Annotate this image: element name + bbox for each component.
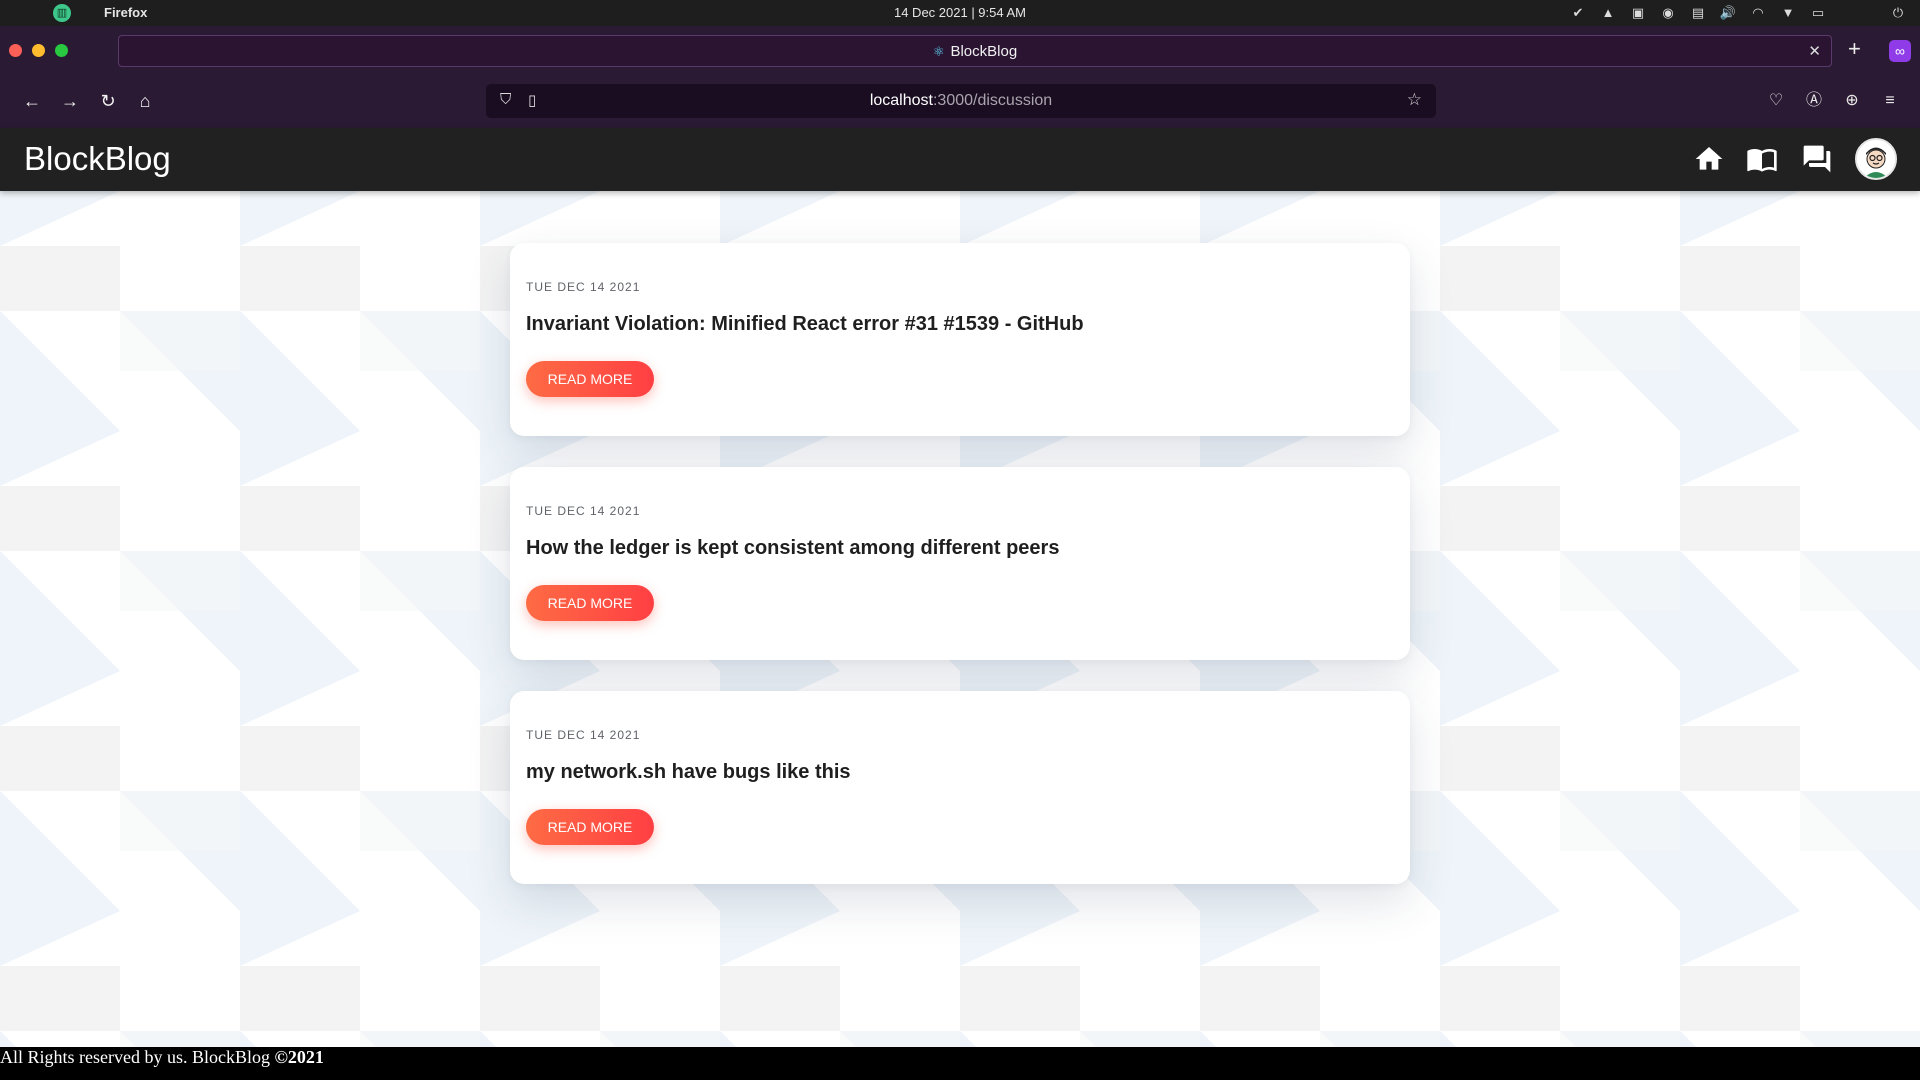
post-title: How the ledger is kept consistent among …: [526, 537, 1060, 559]
react-favicon-icon: ⚛: [932, 44, 945, 59]
window-minimize-button[interactable]: [32, 44, 45, 57]
tab-title: BlockBlog: [950, 43, 1018, 60]
browser-tab-strip: ⚛ BlockBlog ✕ + ∞: [0, 26, 1920, 74]
private-browsing-icon[interactable]: ∞: [1889, 40, 1911, 62]
keyboard-icon[interactable]: ▭: [1808, 3, 1828, 23]
post-title: Invariant Violation: Minified React erro…: [526, 313, 1084, 335]
new-tab-button[interactable]: +: [1848, 38, 1861, 60]
read-more-button[interactable]: READ MORE: [526, 585, 654, 621]
os-top-bar: ▥ Firefox 14 Dec 2021 | 9:54 AM ✔ ▲ ▣ ◉ …: [0, 0, 1920, 26]
app-header: BlockBlog: [0, 128, 1920, 191]
account-icon[interactable]: Ⓐ: [1802, 89, 1826, 113]
url-host: localhost: [869, 92, 933, 109]
post-date: TUE DEC 14 2021: [526, 504, 641, 518]
bookmark-star-icon[interactable]: ☆: [1407, 90, 1422, 110]
system-tray: ✔ ▲ ▣ ◉ ▤ 🔊 ◠ ▼ ▭ ⏻: [1568, 3, 1908, 23]
window-close-button[interactable]: [9, 44, 22, 57]
post-card: TUE DEC 14 2021 my network.sh have bugs …: [510, 691, 1410, 884]
browser-tab-active[interactable]: ⚛ BlockBlog ✕: [118, 35, 1832, 67]
window-maximize-button[interactable]: [55, 44, 68, 57]
hamburger-menu-icon[interactable]: ≡: [1878, 89, 1902, 113]
globe-app-icon[interactable]: ◉: [1658, 3, 1678, 23]
page-footer: All Rights reserved by us. BlockBlog ©20…: [0, 1047, 1920, 1080]
volume-icon[interactable]: 🔊: [1718, 3, 1738, 23]
post-card: TUE DEC 14 2021 How the ledger is kept c…: [510, 467, 1410, 660]
read-more-button[interactable]: READ MORE: [526, 361, 654, 397]
chevron-down-icon[interactable]: ▼: [1778, 3, 1798, 23]
footer-copyright: ©2021: [274, 1047, 324, 1067]
tab-close-icon[interactable]: ✕: [1808, 42, 1821, 60]
home-nav-icon[interactable]: [1693, 143, 1725, 175]
home-icon[interactable]: ⌂: [133, 89, 157, 113]
post-title: my network.sh have bugs like this: [526, 761, 851, 783]
reload-icon[interactable]: ↻: [96, 89, 120, 113]
footer-rights: All Rights reserved by us. BlockBlog: [0, 1047, 275, 1067]
post-date: TUE DEC 14 2021: [526, 280, 641, 294]
back-arrow-icon[interactable]: ←: [20, 89, 44, 113]
post-date: TUE DEC 14 2021: [526, 728, 641, 742]
extension-globe-icon[interactable]: ⊕: [1840, 89, 1864, 113]
forum-nav-icon[interactable]: [1801, 143, 1833, 175]
post-card: TUE DEC 14 2021 Invariant Violation: Min…: [510, 243, 1410, 436]
clipboard-icon[interactable]: ▤: [1688, 3, 1708, 23]
read-more-button[interactable]: READ MORE: [526, 809, 654, 845]
pocket-icon[interactable]: ♡: [1764, 89, 1788, 113]
user-avatar[interactable]: [1855, 138, 1897, 180]
url-path: :3000/discussion: [932, 92, 1053, 109]
book-nav-icon[interactable]: [1746, 143, 1778, 175]
footer-text: All Rights reserved by us. BlockBlog ©20…: [0, 1047, 324, 1068]
check-circle-icon[interactable]: ✔: [1568, 3, 1588, 23]
forward-arrow-icon[interactable]: →: [58, 89, 82, 113]
url-text[interactable]: localhost:3000/discussion: [486, 92, 1436, 110]
browser-nav-bar: ← → ↻ ⌂ ⛉ ▯ localhost:3000/discussion ☆ …: [0, 74, 1920, 128]
power-icon[interactable]: ⏻: [1888, 3, 1908, 23]
vlc-cone-icon[interactable]: ▲: [1598, 3, 1618, 23]
tab-title-wrap: ⚛ BlockBlog: [119, 43, 1831, 60]
image-viewer-icon[interactable]: ▣: [1628, 3, 1648, 23]
url-bar[interactable]: ⛉ ▯ localhost:3000/discussion ☆: [486, 84, 1436, 118]
avatar-face-icon: [1857, 140, 1895, 178]
discussion-page: TUE DEC 14 2021 Invariant Violation: Min…: [0, 191, 1920, 1047]
wifi-icon[interactable]: ◠: [1748, 3, 1768, 23]
brand-logo[interactable]: BlockBlog: [24, 140, 171, 178]
tray-spacer: [1838, 3, 1878, 23]
